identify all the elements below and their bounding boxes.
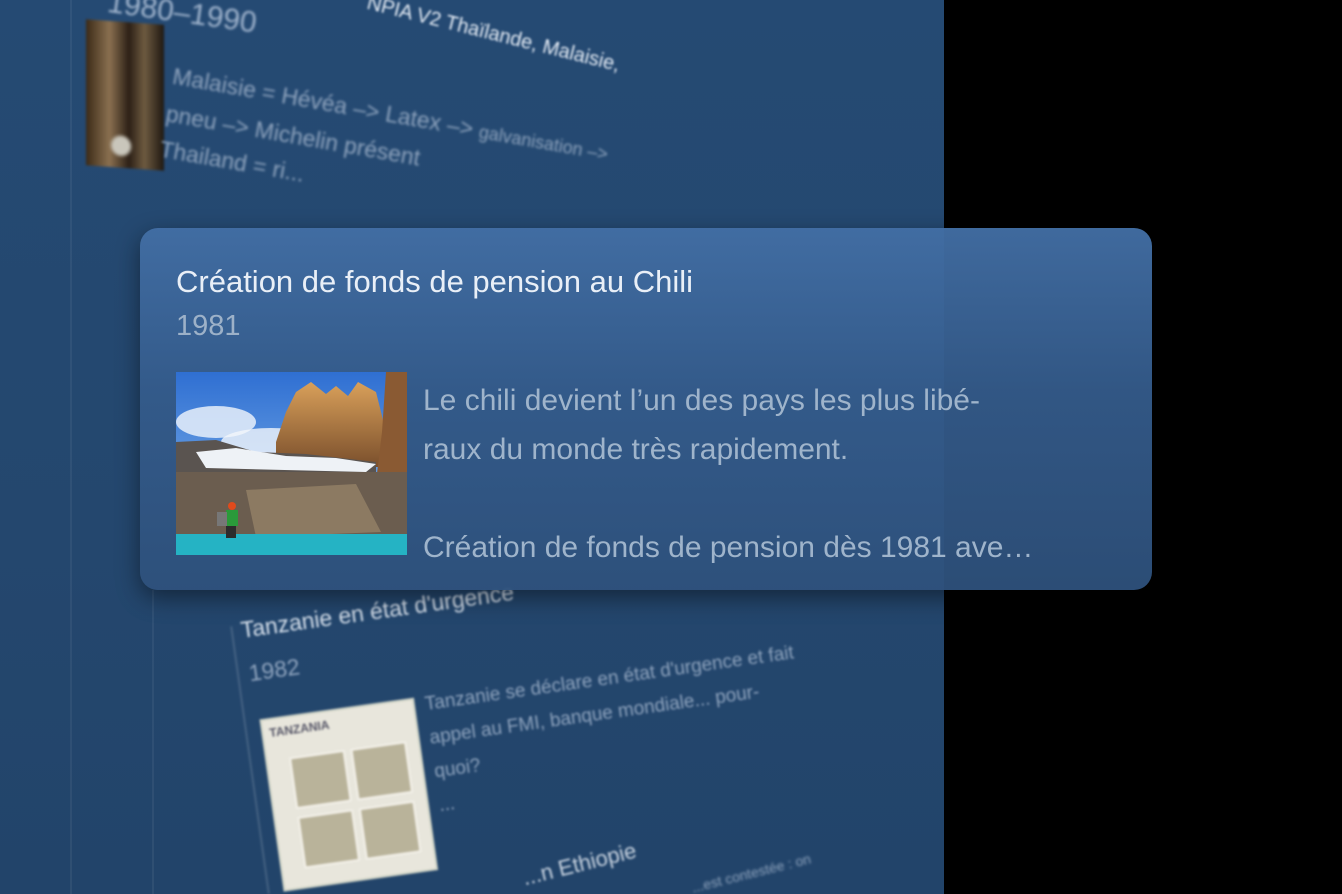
stamp-sheet-image[interactable]: TANZANIA bbox=[259, 697, 439, 892]
entry-thumbnail[interactable] bbox=[86, 19, 164, 171]
entry-description: Malaisie = Hévéa –> Latex –> galvanisati… bbox=[157, 58, 611, 243]
entry-description: Tanzanie se déclare en état d'urgence et… bbox=[423, 637, 811, 823]
card-year: 1981 bbox=[176, 310, 241, 342]
mountain-photo-icon[interactable] bbox=[176, 372, 407, 555]
highlighted-entry-card[interactable]: Création de fonds de pension au Chili 19… bbox=[140, 228, 1152, 590]
entry-year: 1982 bbox=[247, 653, 302, 687]
card-title: Création de fonds de pension au Chili bbox=[176, 264, 694, 299]
stamp-cell bbox=[350, 741, 414, 801]
timeline-subline bbox=[152, 590, 154, 894]
card-description: Le chili devient l’un des pays les plus … bbox=[423, 376, 1133, 572]
stamp-cell bbox=[297, 809, 361, 869]
desc-line: Création de fonds de pension dès 1981 av… bbox=[423, 531, 1034, 564]
desc-line: Le chili devient l’un des pays les plus … bbox=[423, 384, 980, 417]
entry-description: ...est contestée : on bbox=[690, 850, 813, 894]
stamp-cell bbox=[289, 749, 352, 810]
timeline-line bbox=[70, 0, 72, 894]
stamp-cell bbox=[358, 800, 422, 860]
entry-title[interactable]: NPIA V2 Thaïlande, Malaisie, bbox=[364, 0, 622, 77]
desc-line: raux du monde très rapidement. bbox=[423, 433, 849, 466]
stamp-header: TANZANIA bbox=[268, 717, 331, 741]
